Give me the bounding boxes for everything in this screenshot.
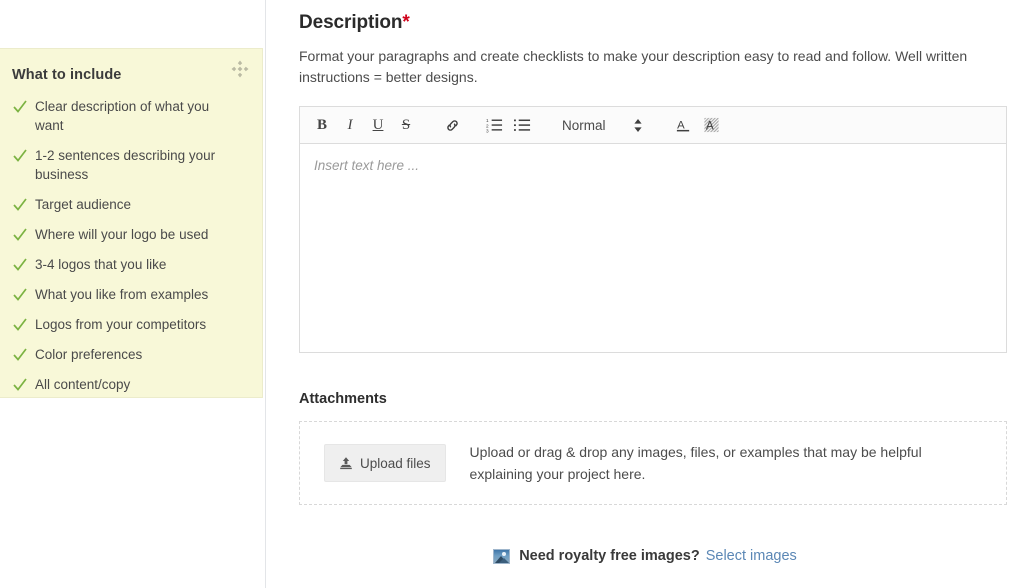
list-item: 3-4 logos that you like xyxy=(12,255,248,274)
photo-icon xyxy=(493,548,511,564)
list-item: Clear description of what you want xyxy=(12,97,248,135)
page-title-text: Description xyxy=(299,12,403,33)
format-dropdown[interactable]: Normal xyxy=(562,117,644,133)
list-item: Target audience xyxy=(12,195,248,214)
text-color-icon[interactable]: A xyxy=(670,111,698,139)
rich-text-editor: B I U S 1 2 3 Normal A A Insert text her… xyxy=(299,106,1007,353)
panel-title: What to include xyxy=(12,67,122,83)
format-dropdown-value: Normal xyxy=(562,117,606,133)
royalty-free-images-row: Need royalty free images? Select images xyxy=(266,548,1024,564)
ordered-list-icon[interactable]: 1 2 3 xyxy=(480,111,508,139)
upload-files-label: Upload files xyxy=(360,455,431,471)
check-icon xyxy=(12,255,28,274)
bold-button[interactable]: B xyxy=(308,111,336,139)
list-item-label: What you like from examples xyxy=(35,287,209,302)
check-icon xyxy=(12,146,28,165)
bullet-list-icon[interactable] xyxy=(508,111,536,139)
link-icon[interactable] xyxy=(438,111,466,139)
list-item: What you like from examples xyxy=(12,285,248,304)
editor-placeholder: Insert text here ... xyxy=(314,158,420,173)
list-item: All content/copy xyxy=(12,375,248,394)
required-marker: * xyxy=(402,12,410,33)
list-item: 1-2 sentences describing your business xyxy=(12,146,248,184)
list-item-label: Color preferences xyxy=(35,347,143,362)
move-handle-icon[interactable] xyxy=(230,59,250,79)
main-content: Description* Format your paragraphs and … xyxy=(266,0,1024,588)
page-title: Description* xyxy=(299,12,1008,34)
check-icon xyxy=(12,225,28,244)
list-item-label: 1-2 sentences describing your business xyxy=(35,148,216,182)
upload-files-button[interactable]: Upload files xyxy=(324,444,446,482)
up-down-arrows-icon xyxy=(632,117,644,133)
clear-formatting-icon[interactable]: A xyxy=(698,111,726,139)
check-icon xyxy=(12,97,28,116)
list-item: Color preferences xyxy=(12,345,248,364)
list-item-label: Where will your logo be used xyxy=(35,227,209,242)
svg-text:A: A xyxy=(677,119,685,131)
left-sidebar-column: What to include Clear description of wha… xyxy=(0,0,266,588)
select-images-link[interactable]: Select images xyxy=(706,548,797,564)
underline-button[interactable]: U xyxy=(364,111,392,139)
list-item-label: All content/copy xyxy=(35,377,131,392)
svg-text:A: A xyxy=(706,118,714,132)
italic-button[interactable]: I xyxy=(336,111,364,139)
what-to-include-panel: What to include Clear description of wha… xyxy=(0,48,263,398)
list-item: Logos from your competitors xyxy=(12,315,248,334)
description-input[interactable]: Insert text here ... xyxy=(300,144,1006,352)
upload-icon xyxy=(339,456,353,470)
royalty-free-text: Need royalty free images? xyxy=(519,548,700,564)
check-icon xyxy=(12,345,28,364)
attachments-heading: Attachments xyxy=(299,391,387,407)
check-icon xyxy=(12,195,28,214)
svg-text:2: 2 xyxy=(486,123,489,129)
list-item-label: 3-4 logos that you like xyxy=(35,257,167,272)
list-item: Where will your logo be used xyxy=(12,225,248,244)
check-icon xyxy=(12,285,28,304)
list-item-label: Clear description of what you want xyxy=(35,99,210,133)
editor-toolbar: B I U S 1 2 3 Normal A A xyxy=(300,107,1006,144)
description-help-text: Format your paragraphs and create checkl… xyxy=(299,48,968,85)
dropzone-instructions: Upload or drag & drop any images, files,… xyxy=(469,444,922,482)
svg-text:1: 1 xyxy=(486,118,489,124)
list-item-label: Target audience xyxy=(35,197,132,212)
list-item-label: Logos from your competitors xyxy=(35,317,207,332)
check-icon xyxy=(12,375,28,394)
check-icon xyxy=(12,315,28,334)
attachments-dropzone[interactable]: Upload files Upload or drag & drop any i… xyxy=(299,421,1007,505)
strikethrough-button[interactable]: S xyxy=(392,111,420,139)
svg-text:3: 3 xyxy=(486,129,489,133)
